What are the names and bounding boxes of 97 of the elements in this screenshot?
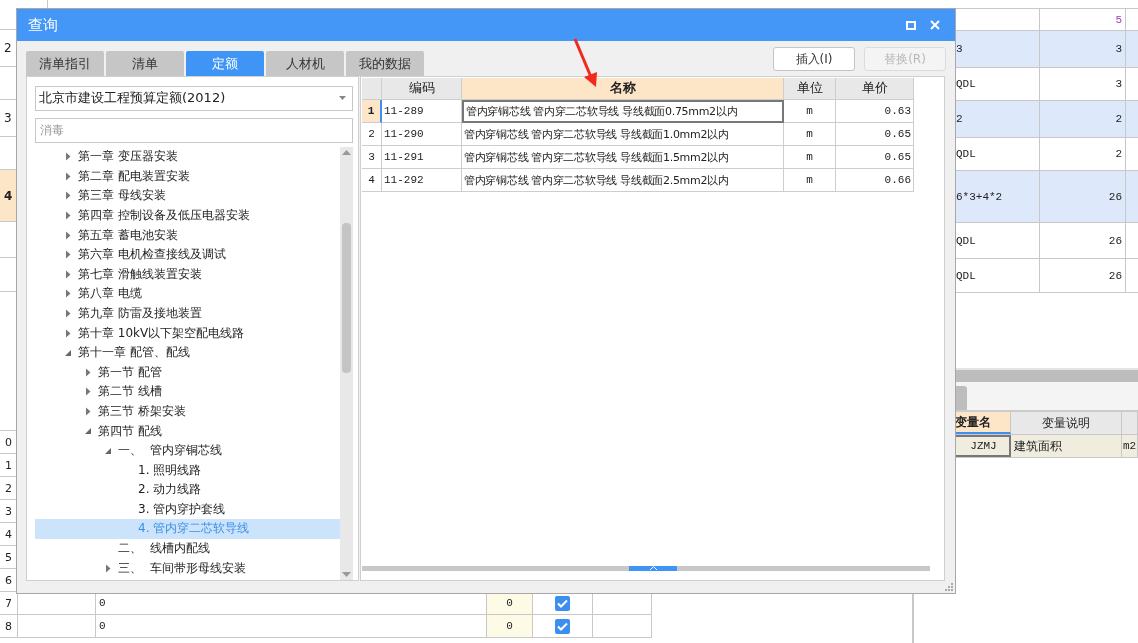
maximize-icon[interactable] [906, 20, 916, 30]
table-cell: 0.63 [836, 100, 914, 123]
scrollbar[interactable] [362, 566, 930, 571]
scroll-thumb[interactable] [342, 222, 351, 373]
tree-item[interactable]: 第九章 防雷及接地装置 [78, 304, 202, 322]
tree-item[interactable]: 第四节 配线 [98, 422, 162, 440]
table-cell: 0.65 [836, 146, 914, 169]
expand-icon[interactable] [85, 387, 91, 397]
expand-icon[interactable] [65, 171, 71, 181]
insert-button[interactable]: 插入(I) [773, 47, 855, 71]
tree-item[interactable]: 第一章 变压器安装 [78, 148, 178, 166]
table-cell: 11-291 [382, 146, 462, 169]
table-cell: 0.65 [836, 123, 914, 146]
expand-icon[interactable] [65, 289, 71, 299]
tree-item[interactable]: 第七章 滑触线装置安装 [78, 265, 202, 283]
tree-item[interactable]: 1. 照明线路 [138, 461, 202, 479]
table-cell: 3 [1040, 31, 1126, 67]
tree-item[interactable]: 一、 管内穿铜芯线 [118, 442, 222, 460]
row-number: 2 [362, 123, 382, 146]
expand-icon[interactable] [65, 308, 71, 318]
collapse-icon[interactable] [84, 427, 92, 435]
tab[interactable]: 清单 [106, 51, 184, 76]
expand-icon[interactable] [85, 367, 91, 377]
column-header[interactable]: 名称 [462, 78, 784, 100]
table-cell: 管内穿铜芯线 管内穿二芯软导线 导线截面1.0mm2以内 [462, 123, 784, 146]
expand-icon[interactable] [65, 328, 71, 338]
table-cell: m [784, 100, 836, 123]
table-cell: 建筑面积 [1011, 435, 1122, 457]
scrollbar[interactable] [340, 146, 353, 580]
tree-item[interactable]: 第一节 配管 [98, 363, 162, 381]
resize-grip-icon[interactable] [945, 583, 953, 591]
expand-icon[interactable] [65, 250, 71, 260]
expand-icon[interactable] [85, 406, 91, 416]
tree-item[interactable]: 3. 管内穿护套线 [138, 500, 226, 518]
scroll-down-icon[interactable] [342, 572, 351, 577]
collapse-icon[interactable] [104, 446, 112, 455]
table-cell: 26 [1040, 259, 1126, 292]
table-cell: 26 [1040, 223, 1126, 258]
checkbox[interactable] [555, 595, 570, 611]
expand-icon[interactable] [65, 191, 71, 201]
table-cell: 3 [1040, 68, 1126, 100]
search-field[interactable]: 消毒 [35, 117, 353, 143]
annotation-arrow [573, 38, 597, 87]
row-number: 4 [362, 169, 382, 192]
scroll-up-icon[interactable] [649, 566, 657, 570]
collapse-icon[interactable] [64, 348, 72, 357]
tree-item[interactable]: 第八章 电缆 [78, 285, 142, 303]
table-cell: 0 [487, 592, 533, 614]
table-cell: 2 [1040, 138, 1126, 170]
close-icon[interactable] [930, 20, 940, 30]
table-cell: m [784, 169, 836, 192]
tree-item[interactable]: 二、 线槽内配线 [118, 540, 210, 558]
tree-item[interactable]: 第五章 蓄电池安装 [78, 226, 178, 244]
expand-icon[interactable] [65, 211, 71, 220]
tree-item[interactable]: 第二章 配电装置安装 [78, 167, 190, 185]
tree-item[interactable]: 第六章 电机检查接线及调试 [78, 246, 226, 264]
expand-icon[interactable] [65, 152, 71, 162]
table-cell: 0.66 [836, 169, 914, 192]
row-number: 3 [362, 146, 382, 169]
tree-item[interactable]: 第十一章 配管、配线 [78, 344, 190, 362]
column-header[interactable]: 单价 [836, 78, 914, 100]
tree-item[interactable]: 第四章 控制设备及低压电器安装 [78, 207, 250, 224]
tab[interactable]: 人材机 [266, 51, 344, 76]
table-cell: m2 [1122, 435, 1138, 457]
dropdown-caret-icon [339, 96, 346, 101]
tab[interactable]: 我的数据 [346, 51, 424, 76]
column-header[interactable]: 编码 [382, 78, 462, 100]
tree-item[interactable]: 第三章 母线安装 [78, 187, 166, 205]
table-cell: 11-290 [382, 123, 462, 146]
table-cell: 管内穿铜芯线 管内穿二芯软导线 导线截面1.5mm2以内 [462, 146, 784, 169]
table-cell: m [784, 146, 836, 169]
column-header: 变量名 [955, 412, 1011, 434]
tree-item[interactable]: 第十章 10kV以下架空配电线路 [78, 324, 245, 342]
table-cell: 管内穿铜芯线 管内穿二芯软导线 导线截面2.5mm2以内 [462, 169, 784, 192]
table-cell: m [784, 123, 836, 146]
table-cell: 0 [487, 615, 533, 637]
tree-item[interactable]: 三、 车间带形母线安装 [118, 559, 246, 577]
expand-icon[interactable] [65, 269, 71, 279]
table-cell: 26 [1040, 171, 1126, 222]
library-dropdown[interactable]: 北京市建设工程预算定额(2012) [35, 86, 353, 111]
tree-item[interactable]: 第三节 桥架安装 [98, 402, 186, 420]
checkbox[interactable] [555, 618, 570, 634]
table-cell: 2 [1040, 101, 1126, 137]
tab[interactable]: 清单指引 [26, 51, 104, 76]
table-cell: 11-289 [382, 100, 462, 123]
tree-item[interactable]: 第二节 线槽 [98, 383, 162, 401]
table-cell: 管内穿铜芯线 管内穿二芯软导线 导线截面0.75mm2以内 [462, 100, 784, 123]
tree-item[interactable]: 2. 动力线路 [138, 481, 202, 499]
expand-icon[interactable] [65, 230, 71, 240]
scroll-up-icon[interactable] [342, 149, 351, 155]
column-header: 变量说明 [1011, 412, 1122, 434]
column-header[interactable]: 单位 [784, 78, 836, 100]
expand-icon[interactable] [105, 563, 111, 573]
table-cell: 5 [1040, 9, 1126, 30]
row-number: 8 [0, 615, 18, 637]
table-cell: 11-292 [382, 169, 462, 192]
row-number: 1 [362, 100, 382, 123]
